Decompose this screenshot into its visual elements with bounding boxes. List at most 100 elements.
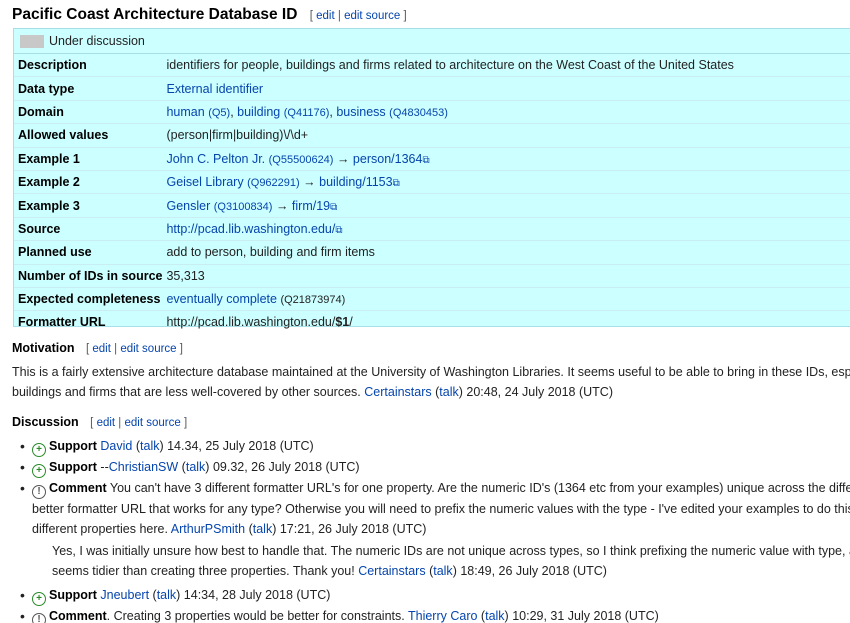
description-key: Description — [18, 58, 87, 73]
example2-id[interactable]: (Q962291) — [247, 177, 300, 189]
row-example-2: Example 2 Geisel Library (Q962291) → bui… — [14, 170, 850, 194]
numids-value: 35,313 — [166, 268, 205, 283]
talk-link[interactable]: talk — [433, 564, 452, 578]
exclamation-circle-icon: ! — [32, 485, 46, 499]
discussion-item: !Comment You can't have 3 different form… — [0, 478, 850, 539]
source-link[interactable]: http://pcad.lib.washington.edu/ — [166, 222, 335, 236]
example1-key: Example 1 — [18, 151, 80, 166]
comment-line-3: different properties here. — [32, 522, 168, 536]
formatter-param: $1 — [335, 315, 350, 330]
motivation-timestamp: 20:48, 24 July 2018 (UTC) — [466, 385, 613, 399]
external-link-icon: ⧉ — [330, 201, 338, 213]
motivation-user-link[interactable]: Certainstars — [364, 385, 431, 399]
example2-item-link[interactable]: Geisel Library — [166, 175, 243, 189]
example1-item-link[interactable]: John C. Pelton Jr. — [166, 152, 265, 166]
comment-label: Comment — [49, 481, 107, 495]
title-text: Pacific Coast Architecture Database ID — [12, 6, 298, 23]
example3-key: Example 3 — [18, 198, 80, 213]
formatter-prefix: http://pcad.lib.washington.edu/ — [166, 315, 336, 330]
talk-link[interactable]: talk — [485, 609, 504, 623]
user-link[interactable]: ArthurPSmith — [171, 522, 245, 536]
motivation-talk-link[interactable]: talk — [439, 385, 458, 399]
talk-link[interactable]: talk — [253, 522, 272, 536]
external-link-icon: ⧉ — [335, 224, 343, 236]
edit-source-link[interactable]: edit source — [344, 10, 400, 22]
talk-link[interactable]: talk — [186, 460, 205, 474]
example3-value-link[interactable]: firm/19 — [292, 199, 330, 213]
example1-id[interactable]: (Q55500624) — [269, 154, 334, 166]
domain-human-link[interactable]: human — [166, 105, 204, 119]
external-link-icon: ⧉ — [422, 154, 430, 166]
user-link[interactable]: Certainstars — [358, 564, 425, 578]
row-allowed-values: Allowed values (person|firm|building)\/\… — [14, 124, 850, 148]
comment-line-2: better formatter URL that works for any … — [32, 502, 850, 516]
expected-link[interactable]: eventually complete — [166, 292, 276, 306]
talk-link[interactable]: talk — [157, 588, 176, 602]
example1-value-link[interactable]: person/1364 — [353, 152, 423, 166]
property-proposal-box: Under discussion Description identifiers… — [13, 28, 850, 329]
motivation-heading-text: Motivation — [12, 341, 75, 355]
row-expected-completeness: Expected completeness eventually complet… — [14, 287, 850, 311]
example3-id[interactable]: (Q3100834) — [214, 201, 273, 213]
discussion-heading: Discussion [ edit | edit source ] — [12, 415, 187, 429]
allowed-value: (person|firm|building)\/\d+ — [166, 128, 309, 143]
edit-link[interactable]: edit — [92, 343, 111, 355]
discussion-item: +Support --ChristianSW (talk) 09.32, 26 … — [0, 457, 850, 478]
user-link[interactable]: David — [100, 439, 132, 453]
domain-building-link[interactable]: building — [237, 105, 280, 119]
timestamp: 10:29, 31 July 2018 (UTC) — [512, 609, 659, 623]
discussion-item: +Support David (talk) 14.34, 25 July 201… — [0, 436, 850, 457]
datatype-link[interactable]: External identifier — [166, 82, 263, 96]
motivation-heading: Motivation [ edit | edit source ] — [12, 341, 183, 355]
source-key: Source — [18, 221, 61, 236]
planned-key: Planned use — [18, 245, 92, 260]
row-number-of-ids: Number of IDs in source 35,313 — [14, 264, 850, 288]
plus-circle-icon: + — [32, 592, 46, 606]
expected-key: Expected completeness — [18, 292, 161, 307]
edit-source-link[interactable]: edit source — [120, 343, 176, 355]
status-label: Under discussion — [49, 34, 145, 48]
discussion-edit-links: [ edit | edit source ] — [90, 417, 188, 429]
exclamation-circle-icon: ! — [32, 613, 46, 623]
motivation-paragraph: This is a fairly extensive architecture … — [12, 362, 850, 402]
timestamp: 09.32, 26 July 2018 (UTC) — [212, 460, 360, 474]
timestamp: 14.34, 25 July 2018 (UTC) — [167, 439, 314, 453]
user-link[interactable]: ChristianSW — [109, 460, 178, 474]
title-edit-links: [ edit | edit source ] — [309, 10, 407, 22]
row-datatype: Data type External identifier — [14, 77, 850, 101]
comment-text: . Creating 3 properties would be better … — [106, 609, 405, 623]
reply-line-2: seems tidier than creating three propert… — [52, 564, 355, 578]
comment-line-1: You can't have 3 different formatter URL… — [109, 481, 850, 495]
domain-business-link[interactable]: business — [336, 105, 385, 119]
discussion-item: !Comment. Creating 3 properties would be… — [0, 606, 850, 623]
status-row: Under discussion — [14, 29, 850, 54]
timestamp: 14:34, 28 July 2018 (UTC) — [183, 588, 331, 602]
reply-item: Yes, I was initially unsure how best to … — [0, 541, 850, 581]
motivation-line-2: buildings and firms that are less well-c… — [12, 385, 613, 399]
allowed-key: Allowed values — [18, 128, 109, 143]
discussion-item: +Support Jneubert (talk) 14:34, 28 July … — [0, 585, 850, 606]
edit-source-link[interactable]: edit source — [125, 417, 181, 429]
example2-value-link[interactable]: building/1153 — [319, 175, 392, 189]
domain-building-id[interactable]: (Q41176) — [284, 107, 330, 119]
domain-human-id[interactable]: (Q5) — [208, 107, 230, 119]
formatter-key: Formatter URL — [18, 315, 106, 330]
domain-business-id[interactable]: (Q4830453) — [389, 107, 448, 119]
user-link[interactable]: Thierry Caro — [408, 609, 477, 623]
talk-link[interactable]: talk — [140, 439, 159, 453]
user-link[interactable]: Jneubert — [100, 588, 149, 602]
row-source: Source http://pcad.lib.washington.edu/⧉ — [14, 217, 850, 241]
numids-key: Number of IDs in source — [18, 268, 163, 283]
formatter-value: http://pcad.lib.washington.edu/$1/ — [162, 311, 850, 334]
example3-item-link[interactable]: Gensler — [166, 199, 210, 213]
edit-link[interactable]: edit — [316, 10, 335, 22]
vote-label: Support — [49, 460, 97, 474]
domain-value: human (Q5), building (Q41176), business … — [166, 104, 448, 119]
edit-link[interactable]: edit — [97, 417, 116, 429]
comment-label: Comment — [49, 609, 107, 623]
discussion-heading-text: Discussion — [12, 415, 79, 429]
page: Pacific Coast Architecture Database ID [… — [0, 0, 850, 623]
row-example-1: Example 1 John C. Pelton Jr. (Q55500624)… — [14, 147, 850, 171]
row-domain: Domain human (Q5), building (Q41176), bu… — [14, 100, 850, 124]
row-description: Description identifiers for people, buil… — [14, 54, 850, 77]
